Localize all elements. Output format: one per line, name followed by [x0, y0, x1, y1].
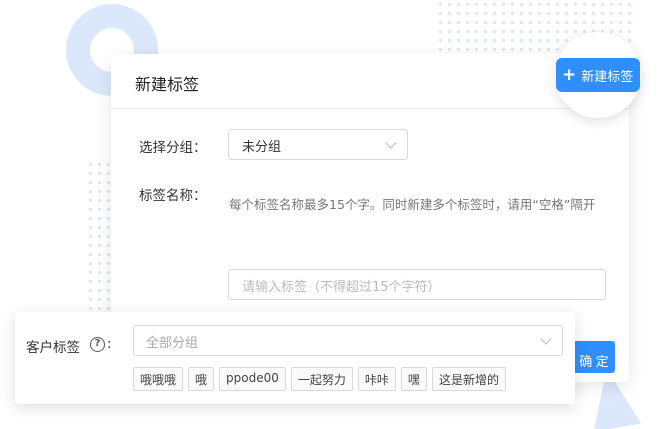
tag-item[interactable]: 这是新增的 — [431, 367, 506, 391]
tag-name-label: 标签名称： — [139, 188, 207, 204]
customer-tag-colon: : — [107, 336, 112, 352]
tag-name-input[interactable]: 请输入标签（不得超过15个字符） — [228, 269, 606, 300]
tag-name-placeholder: 请输入标签（不得超过15个字符） — [242, 280, 441, 295]
tag-name-hint: 每个标签名称最多15个字。同时新建多个标签时，请用“空格”隔开 — [229, 197, 596, 212]
new-tag-button[interactable]: + 新建标签 — [556, 58, 640, 92]
tag-item[interactable]: ppode00 — [219, 367, 286, 391]
tag-item[interactable]: 哦 — [188, 367, 215, 391]
tag-item[interactable]: 哦哦哦 — [133, 367, 184, 391]
group-select-value: 未分组 — [242, 140, 282, 155]
chevron-down-icon — [385, 137, 397, 149]
dialog-title: 新建标签 — [135, 75, 200, 94]
plus-icon: + — [562, 64, 577, 85]
tag-item[interactable]: 嘿 — [400, 367, 427, 391]
customer-tag-label: 客户标签 — [26, 340, 80, 356]
tag-item[interactable]: 一起努力 — [290, 367, 353, 391]
group-select[interactable]: 未分组 — [228, 129, 408, 160]
tag-item[interactable]: 咔咔 — [357, 367, 396, 391]
tag-group-placeholder: 全部分组 — [146, 336, 199, 351]
dialog-header: 新建标签 — [111, 54, 629, 109]
help-icon[interactable]: ? — [90, 337, 105, 352]
chevron-down-icon — [540, 333, 552, 345]
group-label: 选择分组： — [139, 140, 207, 156]
new-tag-button-label: 新建标签 — [581, 69, 634, 85]
tag-group-select[interactable]: 全部分组 — [133, 325, 563, 356]
tag-list: 哦哦哦 哦 ppode00 一起努力 咔咔 嘿 这是新增的 — [133, 367, 506, 391]
customer-tag-card: 客户标签 ? : 全部分组 哦哦哦 哦 ppode00 一起努力 咔咔 嘿 这是… — [15, 312, 575, 404]
